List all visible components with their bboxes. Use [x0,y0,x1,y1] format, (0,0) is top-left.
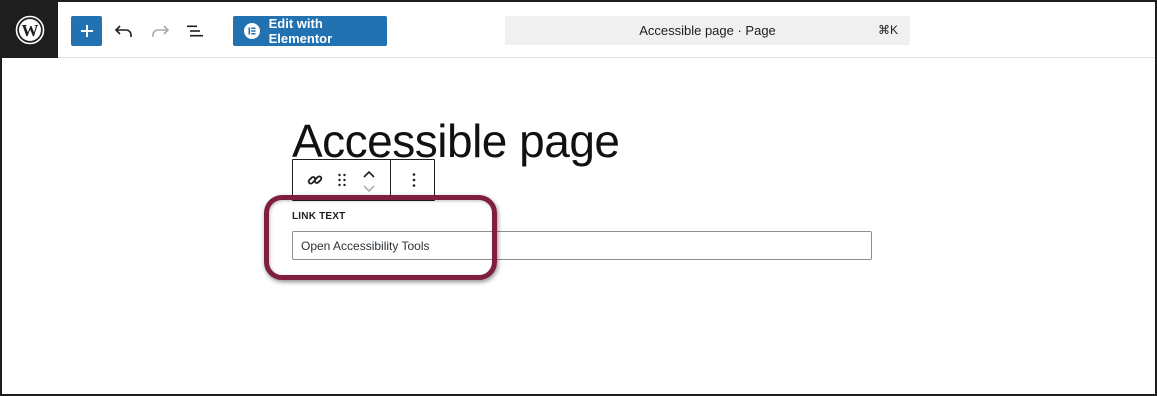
link-block-button[interactable] [303,160,327,200]
chevron-down-icon [363,185,375,193]
block-options-button[interactable] [403,160,425,200]
edit-with-elementor-button[interactable]: Edit with Elementor [233,16,387,46]
move-up-button[interactable] [359,164,379,184]
undo-button[interactable] [111,18,137,44]
move-down-button[interactable] [359,182,379,196]
wordpress-logo-icon[interactable]: W [2,2,58,58]
redo-icon [152,25,169,37]
drag-handle[interactable] [333,160,351,200]
block-toolbar [292,159,435,201]
chevron-up-icon [363,170,375,178]
link-icon [307,175,323,185]
elementor-icon [244,23,260,39]
command-shortcut: ⌘K [877,23,898,37]
command-palette-bar[interactable]: Accessible page · Page ⌘K [505,16,910,45]
svg-text:W: W [22,21,39,40]
list-view-icon [187,25,203,37]
redo-button[interactable] [147,18,173,44]
add-block-button[interactable] [71,16,102,46]
document-title: Accessible page · Page [639,23,776,38]
drag-handle-icon [338,173,346,187]
link-text-input[interactable] [292,231,872,260]
edit-with-elementor-label: Edit with Elementor [268,16,333,46]
document-overview-button[interactable] [182,18,208,44]
more-vertical-icon [412,173,416,187]
editor-window: W Edit with Elementor Accessible page · … [0,0,1157,396]
toolbar-divider [390,160,391,200]
undo-icon [115,25,132,37]
link-text-label: LINK TEXT [292,211,346,222]
plus-icon [80,25,93,37]
editor-top-toolbar: W Edit with Elementor Accessible page · … [2,2,1155,58]
